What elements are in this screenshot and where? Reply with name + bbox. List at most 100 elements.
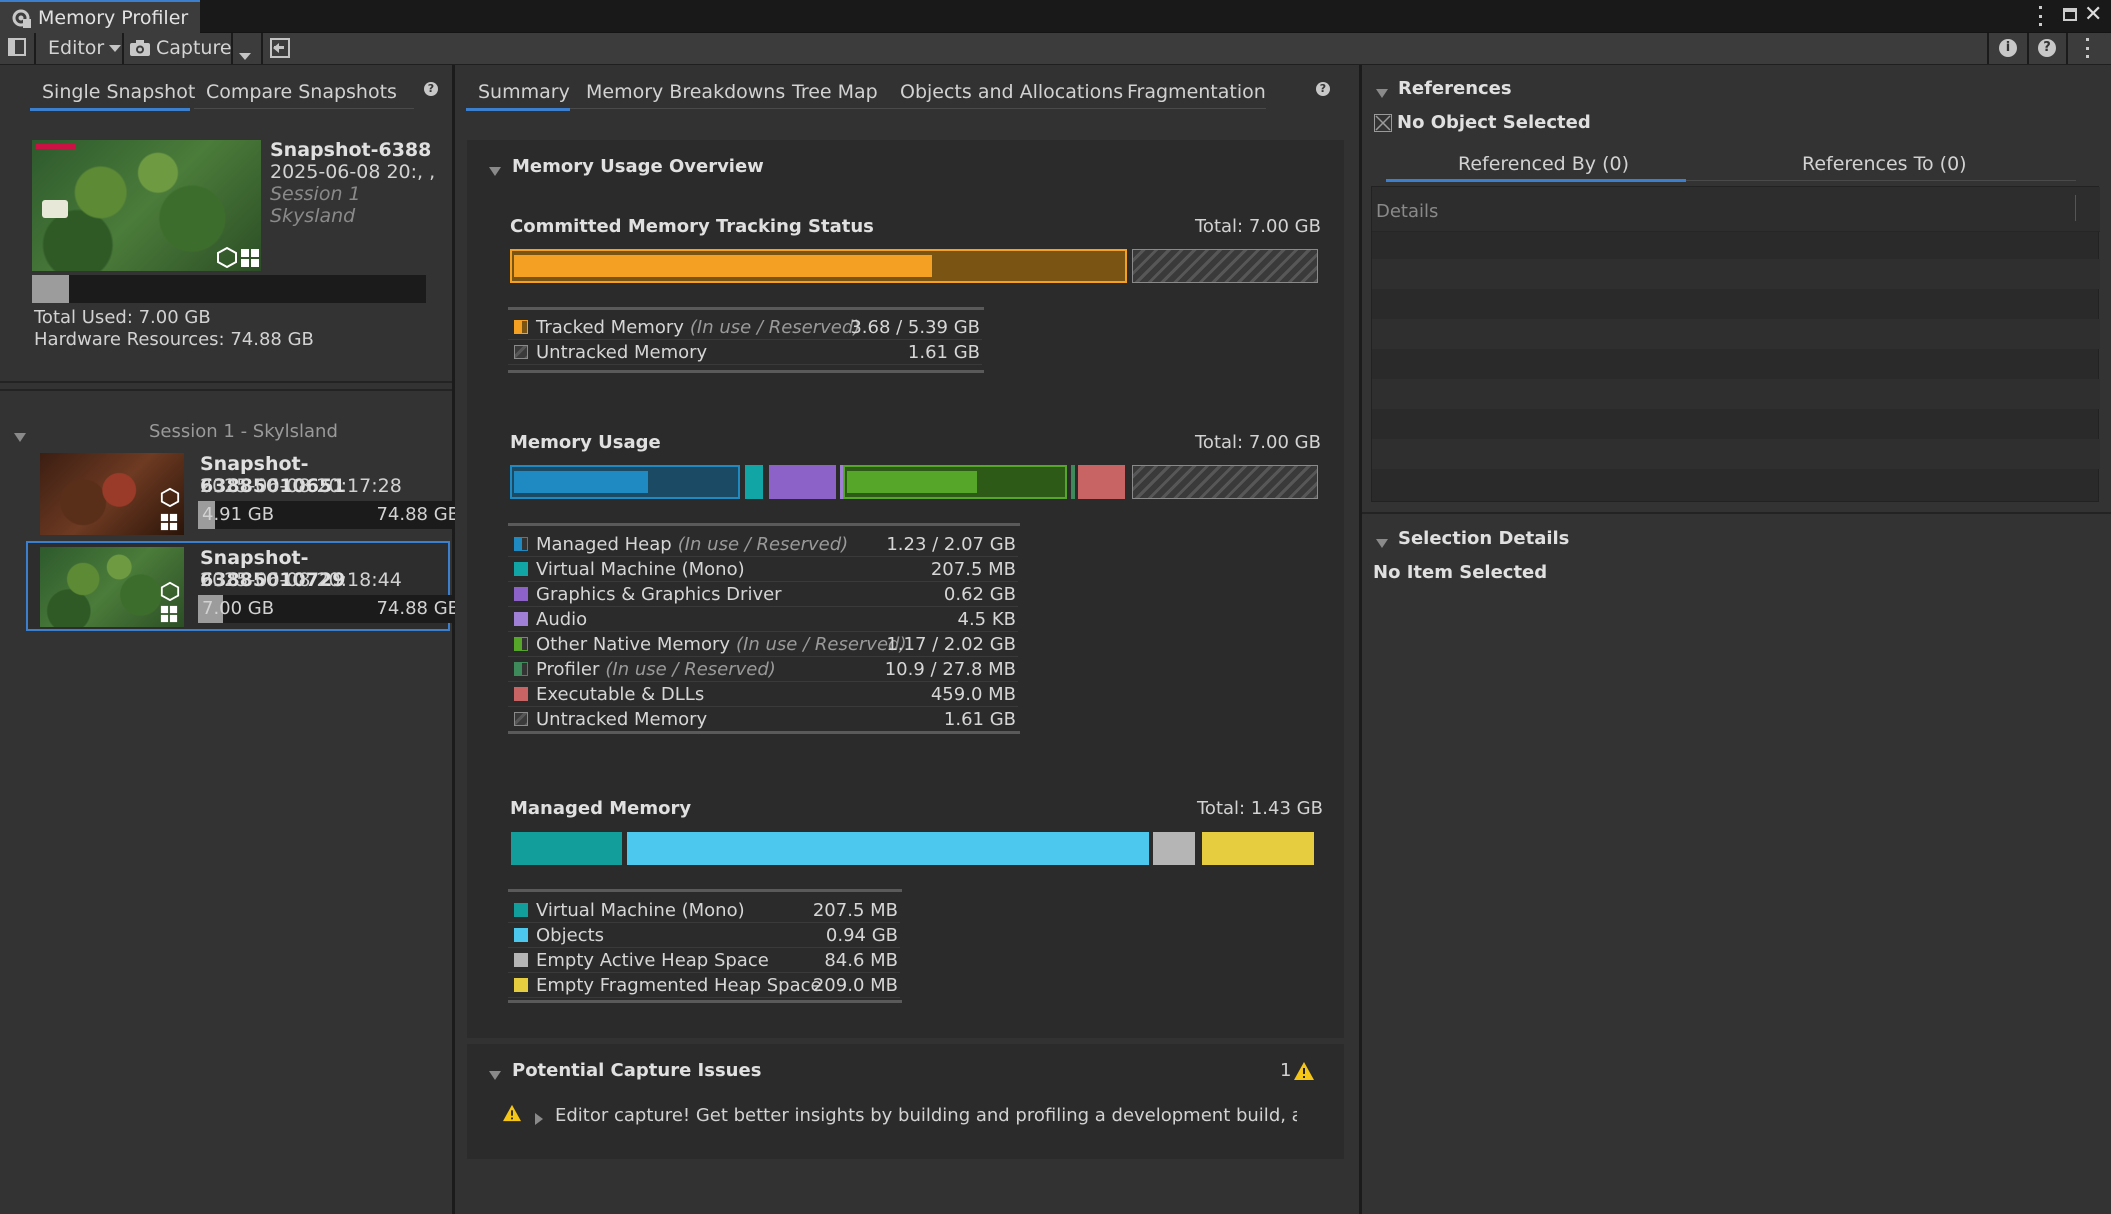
snapshot-used: 4.91 GB [202, 504, 275, 525]
legend-row[interactable]: Objects 0.94 GB [508, 923, 900, 948]
selected-snapshot-date: 2025-06-08 20:, , [270, 161, 436, 183]
legend-row[interactable]: Empty Active Heap Space 84.6 MB [508, 948, 900, 973]
legend-value: 1.23 / 2.07 GB [886, 533, 1016, 555]
executables-bar[interactable] [1078, 465, 1125, 499]
legend-dim: (In use / Reserved) [677, 533, 849, 555]
chevron-right-icon [535, 1113, 543, 1125]
close-icon[interactable]: ✕ [2084, 2, 2102, 27]
legend-swatch [514, 537, 528, 551]
managed-memory-legend: Virtual Machine (Mono) 207.5 MB Objects 0.9… [508, 898, 900, 998]
capture-options-dropdown[interactable] [239, 44, 251, 65]
legend-value: 459.0 MB [930, 683, 1016, 705]
help-icon[interactable]: ? [1316, 82, 1330, 96]
unity-icon [160, 581, 180, 601]
session-collapse-toggle[interactable] [14, 426, 26, 447]
tab-summary[interactable]: Summary [478, 81, 570, 103]
issues-collapse-toggle[interactable] [489, 1064, 501, 1085]
issue-expand-toggle[interactable] [535, 1109, 543, 1130]
legend-swatch [514, 712, 528, 726]
snapshot-list-item-selected[interactable]: Snapshot-63885010729 2025-06-08 20:18:44… [26, 541, 460, 631]
editor-label: Editor [48, 37, 105, 59]
managed-heap-bar[interactable] [510, 465, 740, 499]
graphics-bar[interactable] [769, 465, 836, 499]
references-collapse-toggle[interactable] [1376, 82, 1388, 103]
tab-single-snapshot[interactable]: Single Snapshot [42, 81, 195, 103]
legend-value: 4.5 KB [957, 608, 1017, 630]
managed-vm-bar[interactable] [511, 832, 622, 865]
tab-tree-map[interactable]: Tree Map [792, 81, 878, 103]
no-object-selected: No Object Selected [1397, 112, 1591, 133]
window-tab-strip [0, 0, 2111, 33]
no-item-selected: No Item Selected [1373, 562, 1548, 583]
tab-compare-snapshots[interactable]: Compare Snapshots [206, 81, 397, 103]
tab-fragmentation[interactable]: Fragmentation [1127, 81, 1266, 103]
window-menu-icon[interactable] [2036, 6, 2044, 26]
legend-row[interactable]: Managed Heap (In use / Reserved) 1.23 / 2.… [508, 532, 1018, 557]
legend-value: 207.5 MB [812, 899, 898, 921]
legend-row[interactable]: Empty Fragmented Heap Space 209.0 MB [508, 973, 900, 998]
legend-label: Empty Fragmented Heap Space [536, 974, 822, 996]
other-native-bar[interactable] [843, 465, 1067, 499]
snapshot-usage-bar: 7.00 GB 74.88 GB [198, 595, 460, 623]
info-icon[interactable]: i [1999, 39, 2017, 57]
maximize-icon[interactable] [2063, 8, 2077, 21]
chevron-down-icon [239, 53, 251, 60]
capture-button[interactable]: Capture [129, 34, 232, 62]
tab-objects-and-allocations[interactable]: Objects and Allocations [900, 81, 1123, 103]
legend-row[interactable]: Virtual Machine (Mono) 207.5 MB [508, 557, 1018, 582]
tab-memory-breakdowns[interactable]: Memory Breakdowns [586, 81, 785, 103]
unity-icon [160, 487, 180, 507]
window-tab[interactable]: Memory Profiler [0, 0, 200, 33]
tab-referenced-by[interactable]: Referenced By (0) [1458, 153, 1629, 175]
unity-icon [217, 246, 237, 268]
managed-memory-total: Total: 1.43 GB [1197, 798, 1323, 819]
legend-row[interactable]: Graphics & Graphics Driver 0.62 GB [508, 582, 1018, 607]
legend-row[interactable]: Audio 4.5 KB [508, 607, 1018, 632]
virtual-machine-bar[interactable] [745, 465, 763, 499]
snapshot-list-item[interactable]: Snapshot-63885010651 2025-06-08 20:17:28… [26, 449, 460, 539]
chevron-down-icon [489, 1071, 501, 1080]
legend-swatch [514, 320, 528, 334]
help-icon[interactable]: ? [2038, 39, 2056, 57]
legend-row[interactable]: Profiler (In use / Reserved) 10.9 / 27.8 M… [508, 657, 1018, 682]
snapshot-date: 2025-06-08 20:17:28 [200, 475, 402, 497]
legend-row[interactable]: Tracked Memory (In use / Reserved) 3.68 / … [508, 315, 982, 340]
empty-fragmented-heap-bar[interactable] [1202, 832, 1314, 865]
managed-objects-bar[interactable] [627, 832, 1149, 865]
toolbar-menu-icon[interactable] [2084, 38, 2090, 58]
legend-swatch [514, 587, 528, 601]
legend-value: 10.9 / 27.8 MB [884, 658, 1016, 680]
legend-row[interactable]: Other Native Memory (In use / Reserved) 1.… [508, 632, 1018, 657]
hardware-resources-label: Hardware Resources: 74.88 GB [34, 329, 314, 350]
legend-value: 207.5 MB [930, 558, 1016, 580]
legend-label: Empty Active Heap Space [536, 949, 769, 971]
legend-row[interactable]: Untracked Memory 1.61 GB [508, 707, 1018, 732]
overview-collapse-toggle[interactable] [489, 160, 501, 181]
untracked-usage-bar[interactable] [1132, 465, 1318, 499]
snapshot-total: 74.88 GB [376, 504, 460, 525]
import-snapshot-icon[interactable] [270, 38, 290, 58]
profiler-bar[interactable] [1071, 465, 1075, 499]
legend-row[interactable]: Untracked Memory 1.61 GB [508, 340, 982, 365]
legend-value: 1.61 GB [907, 341, 980, 363]
legend-row[interactable]: Virtual Machine (Mono) 207.5 MB [508, 898, 900, 923]
untracked-memory-bar[interactable] [1132, 249, 1318, 283]
legend-swatch [514, 903, 528, 917]
chevron-down-icon [109, 44, 122, 52]
empty-active-heap-bar[interactable] [1153, 832, 1195, 865]
legend-row[interactable]: Executable & DLLs 459.0 MB [508, 682, 1018, 707]
legend-swatch [514, 662, 528, 676]
sidebar-toggle-icon[interactable] [8, 38, 26, 56]
help-icon[interactable]: ? [424, 82, 438, 96]
other-native-fill [847, 471, 977, 493]
editor-dropdown[interactable]: Editor [48, 34, 122, 62]
warning-icon [503, 1104, 521, 1122]
legend-label: Managed Heap [536, 533, 672, 555]
no-object-icon [1374, 114, 1392, 132]
legend-swatch [514, 928, 528, 942]
selection-collapse-toggle[interactable] [1376, 532, 1388, 553]
tab-references-to[interactable]: References To (0) [1802, 153, 1967, 175]
issue-message[interactable]: Editor capture! Get better insights by b… [555, 1105, 1297, 1126]
total-used-label: Total Used: 7.00 GB [34, 307, 211, 328]
tracked-memory-bar[interactable] [510, 249, 1127, 283]
